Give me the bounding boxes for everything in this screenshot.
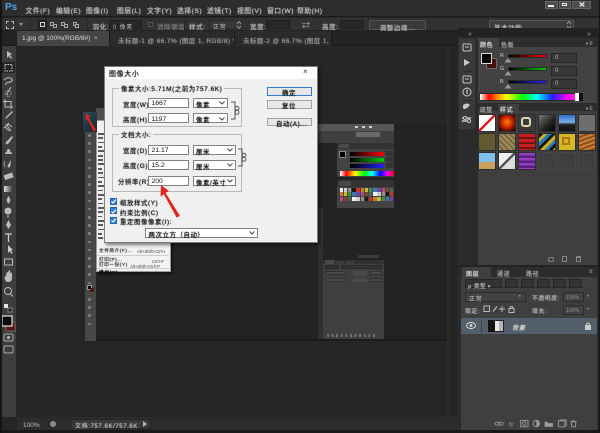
svg-text:fx: fx [509,422,515,428]
